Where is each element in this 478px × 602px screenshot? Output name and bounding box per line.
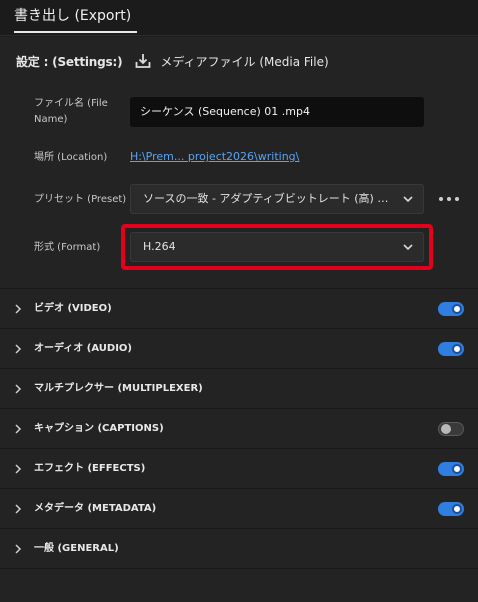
- section-row[interactable]: キャプション (CAPTIONS): [0, 409, 478, 449]
- section-title: マルチプレクサー (MULTIPLEXER): [34, 383, 203, 394]
- section-row[interactable]: エフェクト (EFFECTS): [0, 449, 478, 489]
- toggle-knob: [452, 344, 462, 354]
- chevron-right-icon[interactable]: [14, 383, 22, 395]
- tab-bar: 書き出し (Export): [0, 0, 478, 36]
- section-title: オーディオ (AUDIO): [34, 343, 132, 354]
- chevron-down-icon: [403, 244, 413, 251]
- download-to-tray-icon: [134, 52, 152, 70]
- toggle-knob: [452, 304, 462, 314]
- destination-label[interactable]: メディアファイル (Media File): [160, 53, 328, 70]
- filename-label-line2: Name): [34, 114, 68, 125]
- format-label: 形式 (Format): [34, 242, 101, 253]
- section-divider: [0, 568, 478, 569]
- section-title: ビデオ (VIDEO): [34, 303, 112, 314]
- chevron-right-icon[interactable]: [14, 543, 22, 555]
- section-row[interactable]: マルチプレクサー (MULTIPLEXER): [0, 369, 478, 409]
- section-toggle[interactable]: [438, 422, 464, 436]
- settings-header: 設定 : (Settings:) メディアファイル (Media File): [16, 52, 329, 70]
- preset-value: ソースの一致 - アダプティブビットレート (高) (...: [143, 192, 393, 205]
- location-label: 場所 (Location): [34, 152, 108, 163]
- format-select[interactable]: H.264: [130, 232, 424, 262]
- section-toggle[interactable]: [438, 462, 464, 476]
- section-title: メタデータ (METADATA): [34, 503, 157, 514]
- section-row[interactable]: 一般 (GENERAL): [0, 529, 478, 569]
- section-toggle[interactable]: [438, 342, 464, 356]
- section-title: キャプション (CAPTIONS): [34, 423, 164, 434]
- location-link[interactable]: H:\Prem... project2026\writing\: [130, 150, 299, 163]
- preset-select[interactable]: ソースの一致 - アダプティブビットレート (高) (...: [130, 184, 424, 214]
- chevron-down-icon: [403, 196, 413, 203]
- preset-label: プリセット (Preset): [34, 194, 127, 205]
- ellipsis-horizontal-icon[interactable]: [436, 190, 462, 208]
- toggle-knob: [452, 504, 462, 514]
- chevron-right-icon[interactable]: [14, 343, 22, 355]
- section-row[interactable]: メタデータ (METADATA): [0, 489, 478, 529]
- chevron-right-icon[interactable]: [14, 303, 22, 315]
- section-row[interactable]: ビデオ (VIDEO): [0, 289, 478, 329]
- section-toggle[interactable]: [438, 302, 464, 316]
- settings-label: 設定 : (Settings:): [16, 54, 123, 69]
- tab-export[interactable]: 書き出し (Export): [8, 0, 138, 36]
- section-row[interactable]: オーディオ (AUDIO): [0, 329, 478, 369]
- toggle-knob: [452, 464, 462, 474]
- section-title: 一般 (GENERAL): [34, 543, 119, 554]
- filename-label-line1: ファイル名 (File: [34, 98, 108, 109]
- format-value: H.264: [143, 240, 176, 253]
- chevron-right-icon[interactable]: [14, 463, 22, 475]
- chevron-right-icon[interactable]: [14, 423, 22, 435]
- toggle-knob: [441, 424, 451, 434]
- chevron-right-icon[interactable]: [14, 503, 22, 515]
- section-title: エフェクト (EFFECTS): [34, 463, 146, 474]
- section-toggle[interactable]: [438, 502, 464, 516]
- filename-input[interactable]: シーケンス (Sequence) 01 .mp4: [130, 97, 424, 127]
- filename-label: ファイル名 (File Name): [34, 96, 108, 128]
